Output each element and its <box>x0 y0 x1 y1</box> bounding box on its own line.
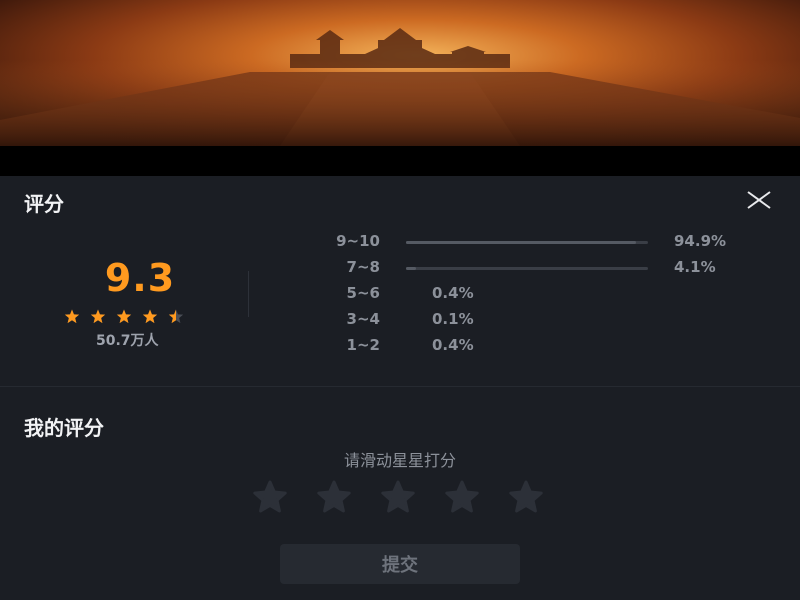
distribution-bar <box>406 345 407 348</box>
distribution-percent: 0.1% <box>432 310 474 328</box>
panel-title: 评分 <box>24 192 64 216</box>
rating-hint: 请滑动星星打分 <box>343 451 456 470</box>
star-icon <box>116 309 132 324</box>
average-score: 9.3 <box>104 256 176 300</box>
close-button[interactable] <box>742 186 776 214</box>
distribution-label: 1~2 <box>346 336 380 354</box>
rating-star-3[interactable] <box>372 480 424 514</box>
star-icon <box>317 480 351 513</box>
star-icon <box>142 309 158 324</box>
star-icon <box>64 309 80 324</box>
star-icon <box>253 480 287 513</box>
hero-image <box>0 0 800 146</box>
distribution-bar-fill <box>406 267 416 270</box>
distribution-label: 5~6 <box>346 284 380 302</box>
rating-star-1[interactable] <box>244 480 296 514</box>
star-icon <box>381 480 415 513</box>
submit-button[interactable]: 提交 <box>280 544 520 584</box>
rating-star-2[interactable] <box>308 480 360 514</box>
distribution-bar <box>406 241 648 244</box>
average-stars <box>64 309 184 324</box>
section-divider <box>0 386 800 387</box>
my-rating-title: 我的评分 <box>24 416 104 440</box>
hero-bottom-band <box>0 146 800 176</box>
distribution-percent: 0.4% <box>432 284 474 302</box>
rating-star-4[interactable] <box>436 480 488 514</box>
distribution-bar <box>406 293 407 296</box>
distribution-percent: 0.4% <box>432 336 474 354</box>
close-icon <box>747 191 771 209</box>
distribution-bar-fill <box>406 241 636 244</box>
raters-count: 50.7万人 <box>96 333 159 349</box>
star-icon <box>445 480 479 513</box>
star-icon <box>509 480 543 513</box>
distribution-percent: 4.1% <box>674 258 716 276</box>
rating-star-5[interactable] <box>500 480 552 514</box>
star-icon <box>168 309 184 324</box>
distribution-label: 7~8 <box>346 258 380 276</box>
distribution-label: 3~4 <box>346 310 380 328</box>
star-icon <box>90 309 106 324</box>
distribution-bar <box>406 267 648 270</box>
summary-divider <box>248 271 249 317</box>
distribution-label: 9~10 <box>336 232 380 250</box>
palace-skyline-illustration <box>0 28 800 146</box>
distribution-percent: 94.9% <box>674 232 727 250</box>
